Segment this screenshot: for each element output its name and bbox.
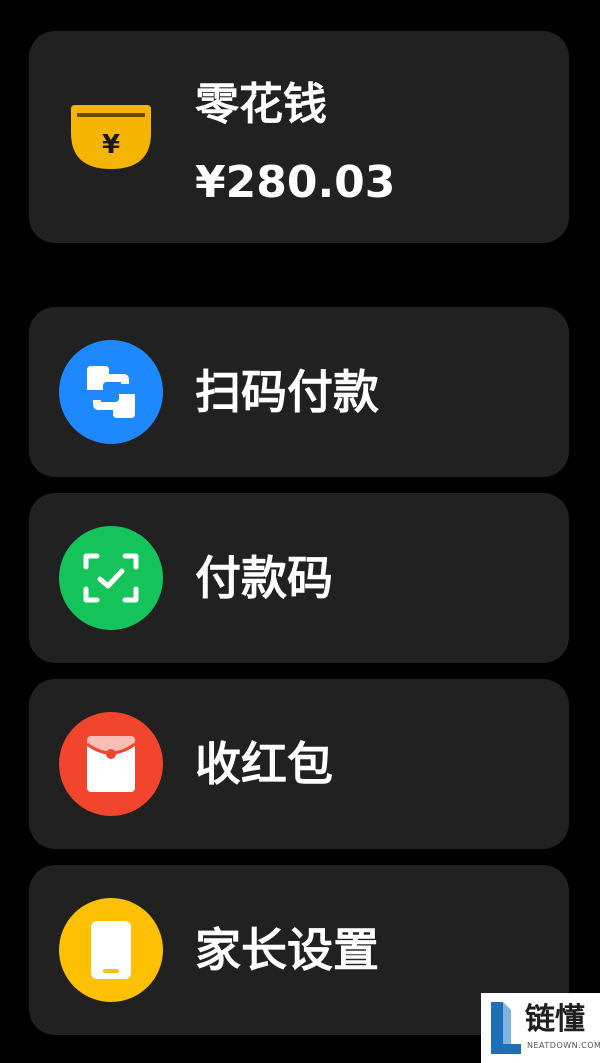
parent-phone-icon xyxy=(59,898,163,1002)
menu-item-label: 收红包 xyxy=(195,737,333,791)
menu-item-label: 付款码 xyxy=(195,551,333,605)
payment-code-icon xyxy=(59,526,163,630)
menu-item-red-envelope[interactable]: 收红包 xyxy=(29,679,569,849)
watermark-l-icon xyxy=(487,1000,523,1056)
menu-item-payment-code[interactable]: 付款码 xyxy=(29,493,569,663)
menu-item-scan-pay[interactable]: 扫码付款 xyxy=(29,307,569,477)
wallet-amount: ¥280.03 xyxy=(195,157,396,208)
wallet-card[interactable]: ¥ 零花钱 ¥280.03 xyxy=(29,31,569,243)
watermark-brand: 链懂 xyxy=(525,1002,585,1037)
menu-item-label: 扫码付款 xyxy=(195,365,379,419)
red-envelope-icon xyxy=(59,712,163,816)
menu-item-label: 家长设置 xyxy=(195,923,379,977)
wallet-title: 零花钱 xyxy=(195,79,327,130)
watermark-domain: NEATDOWN.COM xyxy=(527,1041,600,1050)
scan-pay-icon xyxy=(59,340,163,444)
wallet-yen-icon: ¥ xyxy=(69,103,153,171)
watermark-logo: 链懂 NEATDOWN.COM xyxy=(481,993,600,1063)
wallet-icon-symbol: ¥ xyxy=(102,130,120,160)
